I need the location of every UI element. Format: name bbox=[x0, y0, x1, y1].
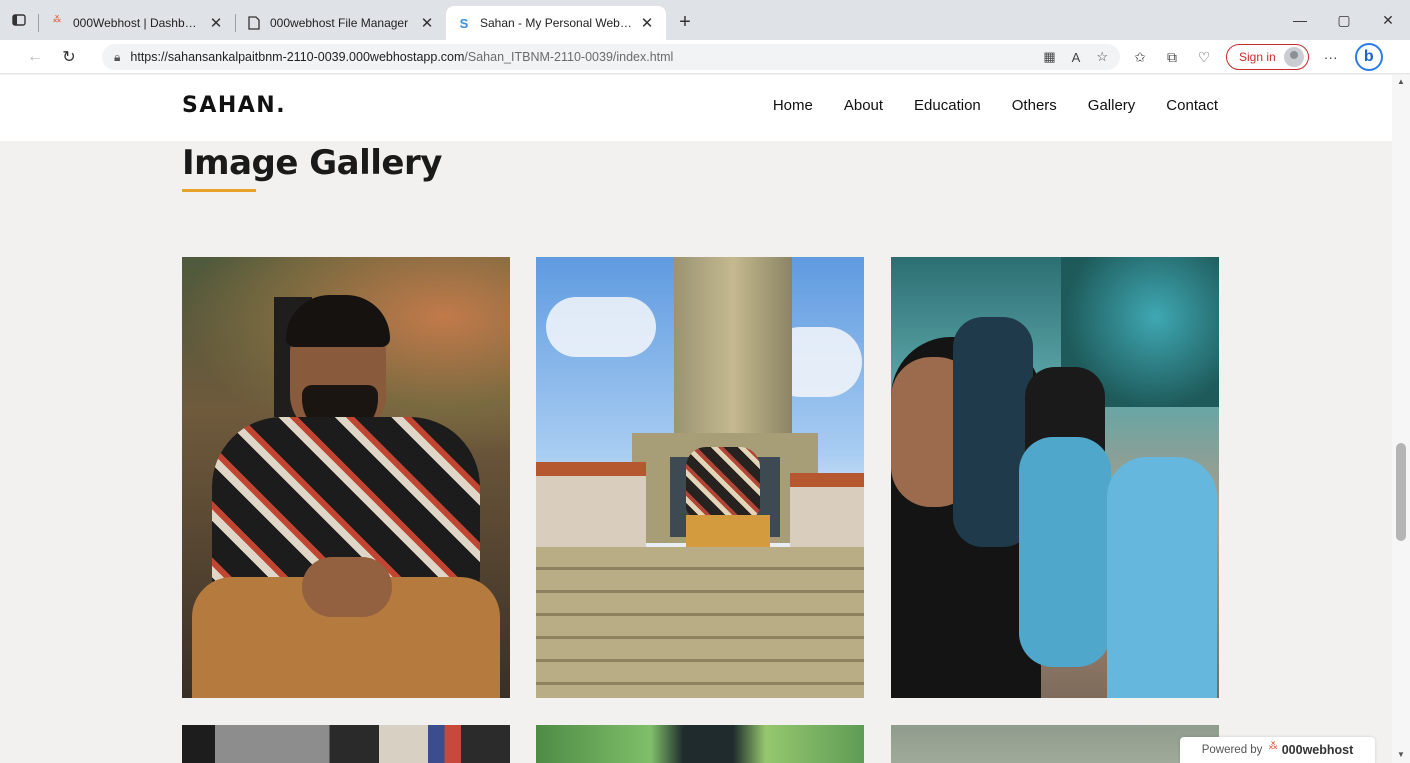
gallery-photo-portrait[interactable] bbox=[182, 257, 510, 698]
photo-friend-5 bbox=[1107, 457, 1217, 698]
more-options-button[interactable]: ··· bbox=[1315, 40, 1347, 74]
close-window-icon[interactable]: ✕ bbox=[1366, 0, 1410, 40]
file-icon bbox=[246, 15, 262, 31]
sign-in-label: Sign in bbox=[1239, 50, 1276, 64]
scroll-up-icon[interactable]: ▲ bbox=[1397, 77, 1405, 86]
tab-actions-button[interactable] bbox=[0, 0, 38, 40]
nav-home[interactable]: Home bbox=[773, 97, 813, 114]
close-icon[interactable]: ✕ bbox=[418, 14, 436, 32]
toolbar-icons: ✩ ⧉ ♡ Sign in ··· b bbox=[1124, 40, 1383, 74]
back-button[interactable]: ← bbox=[18, 40, 52, 74]
webhost-swirl-icon: ࿏ bbox=[52, 11, 62, 27]
nav-education[interactable]: Education bbox=[914, 97, 981, 114]
address-bar[interactable]: 🔒︎ https://sahansankalpaitbnm-2110-0039.… bbox=[102, 44, 1120, 70]
page-scrollbar[interactable]: ▲ ▼ bbox=[1392, 75, 1410, 763]
new-tab-button[interactable]: + bbox=[670, 7, 700, 37]
tab-label: 000Webhost | Dashboard bbox=[73, 16, 201, 30]
url-host: https://sahansankalpaitbnm-2110-0039.000… bbox=[130, 50, 465, 64]
close-icon[interactable]: ✕ bbox=[638, 14, 656, 32]
gallery-photo-hall[interactable] bbox=[891, 725, 1219, 763]
refresh-icon: ↻ bbox=[62, 48, 76, 66]
photo-tower bbox=[674, 257, 792, 457]
lock-icon[interactable]: 🔒︎ bbox=[114, 50, 120, 65]
address-bar-actions: ▦ A ☆ bbox=[1043, 44, 1108, 70]
powered-by-label: Powered by bbox=[1201, 744, 1263, 756]
webhost-swirl-icon: ࿏ bbox=[1268, 738, 1278, 754]
page-viewport: SAHAN. Home About Education Others Galle… bbox=[0, 75, 1392, 763]
bing-copilot-icon[interactable]: b bbox=[1354, 43, 1383, 71]
url-path: /Sahan_ITBNM-2110-0039/index.html bbox=[464, 50, 674, 64]
collections-icon[interactable]: ⧉ bbox=[1156, 40, 1188, 74]
s-logo-icon: S bbox=[459, 15, 469, 31]
refresh-button[interactable]: ↻ bbox=[52, 40, 86, 74]
nav-gallery[interactable]: Gallery bbox=[1088, 97, 1136, 114]
title-underline bbox=[182, 189, 256, 192]
photo-building-right bbox=[790, 479, 864, 549]
site-logo[interactable]: SAHAN. bbox=[182, 93, 286, 118]
site-header: SAHAN. Home About Education Others Galle… bbox=[0, 75, 1392, 141]
favorite-star-icon[interactable]: ☆ bbox=[1096, 49, 1108, 65]
tab-actions-icon bbox=[12, 14, 26, 26]
gallery-title: Image Gallery bbox=[182, 143, 442, 183]
nav-others[interactable]: Others bbox=[1012, 97, 1057, 114]
browser-essentials-icon[interactable]: ♡ bbox=[1188, 40, 1220, 74]
browser-tab-bar: ࿏ 000Webhost | Dashboard ✕ 000webhost Fi… bbox=[0, 0, 1410, 40]
avatar bbox=[1283, 47, 1304, 67]
browser-toolbar: ← ↻ 🔒︎ https://sahansankalpaitbnm-2110-0… bbox=[0, 40, 1410, 74]
photo-building-left bbox=[536, 467, 646, 547]
nav-contact[interactable]: Contact bbox=[1166, 97, 1218, 114]
powered-by-badge[interactable]: Powered by ࿏ 000webhost bbox=[1180, 737, 1375, 763]
nav-about[interactable]: About bbox=[844, 97, 883, 114]
gallery-photo-outdoor[interactable] bbox=[536, 725, 864, 763]
read-aloud-icon[interactable]: A bbox=[1072, 50, 1081, 65]
main-nav: Home About Education Others Gallery Cont… bbox=[773, 97, 1218, 114]
tab-label: 000webhost File Manager bbox=[270, 16, 409, 30]
tab-file-manager[interactable]: 000webhost File Manager ✕ bbox=[236, 7, 446, 39]
favorites-icon[interactable]: ✩ bbox=[1124, 40, 1156, 74]
tab-label: Sahan - My Personal Web Page bbox=[480, 16, 632, 30]
photo-cloud bbox=[546, 297, 656, 357]
photo-roof-left bbox=[536, 462, 646, 476]
sign-in-button[interactable]: Sign in bbox=[1226, 44, 1309, 70]
gallery-photo-friends[interactable] bbox=[891, 257, 1219, 698]
photo-roof-right bbox=[790, 473, 864, 487]
arrow-left-icon: ← bbox=[27, 47, 43, 65]
photo-steps bbox=[536, 547, 864, 698]
qr-code-icon[interactable]: ▦ bbox=[1043, 49, 1055, 65]
gallery-photo-monument[interactable] bbox=[536, 257, 864, 698]
scroll-down-icon[interactable]: ▼ bbox=[1397, 750, 1405, 759]
photo-hands bbox=[302, 557, 392, 617]
tab-personal-web-page[interactable]: S Sahan - My Personal Web Page ✕ bbox=[446, 6, 666, 40]
gallery-photo-room[interactable] bbox=[182, 725, 510, 763]
tab-webhost-dashboard[interactable]: ࿏ 000Webhost | Dashboard ✕ bbox=[39, 7, 235, 39]
minimize-icon[interactable]: — bbox=[1278, 0, 1322, 40]
powered-by-brand: 000webhost bbox=[1281, 743, 1354, 757]
window-controls: — ▢ ✕ bbox=[1278, 0, 1410, 40]
scrollbar-thumb[interactable] bbox=[1396, 443, 1406, 541]
photo-friend-4 bbox=[1019, 437, 1111, 667]
restore-icon[interactable]: ▢ bbox=[1322, 0, 1366, 40]
photo-person-shirt bbox=[686, 447, 760, 517]
close-icon[interactable]: ✕ bbox=[207, 14, 225, 32]
